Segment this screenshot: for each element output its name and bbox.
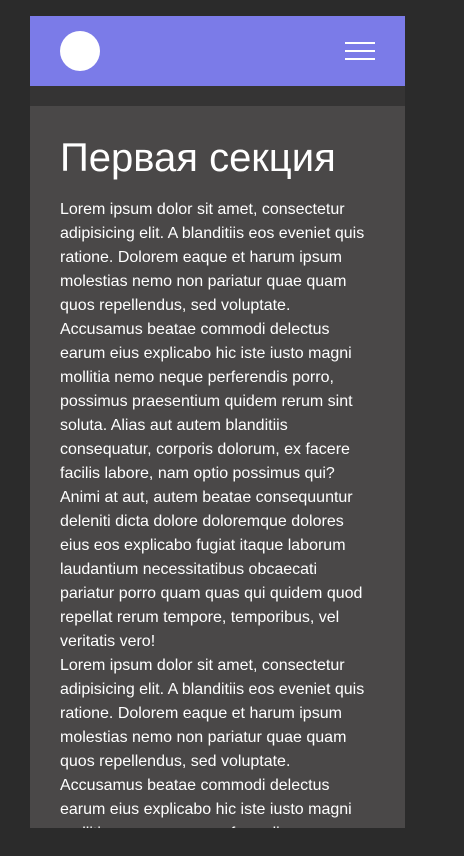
mobile-viewport: Первая секция Lorem ipsum dolor sit amet… [30, 16, 405, 828]
section-paragraph: Lorem ipsum dolor sit amet, consectetur … [60, 201, 365, 650]
section-title: Первая секция [60, 136, 336, 180]
header-spacer [30, 86, 405, 106]
first-section: Первая секция Lorem ipsum dolor sit amet… [30, 106, 405, 828]
logo-icon[interactable] [60, 31, 100, 71]
hamburger-menu-icon[interactable] [345, 42, 375, 60]
hamburger-line [345, 50, 375, 52]
site-header [30, 16, 405, 86]
hamburger-line [345, 42, 375, 44]
section-paragraph: Lorem ipsum dolor sit amet, consectetur … [60, 657, 365, 828]
hamburger-line [345, 58, 375, 60]
